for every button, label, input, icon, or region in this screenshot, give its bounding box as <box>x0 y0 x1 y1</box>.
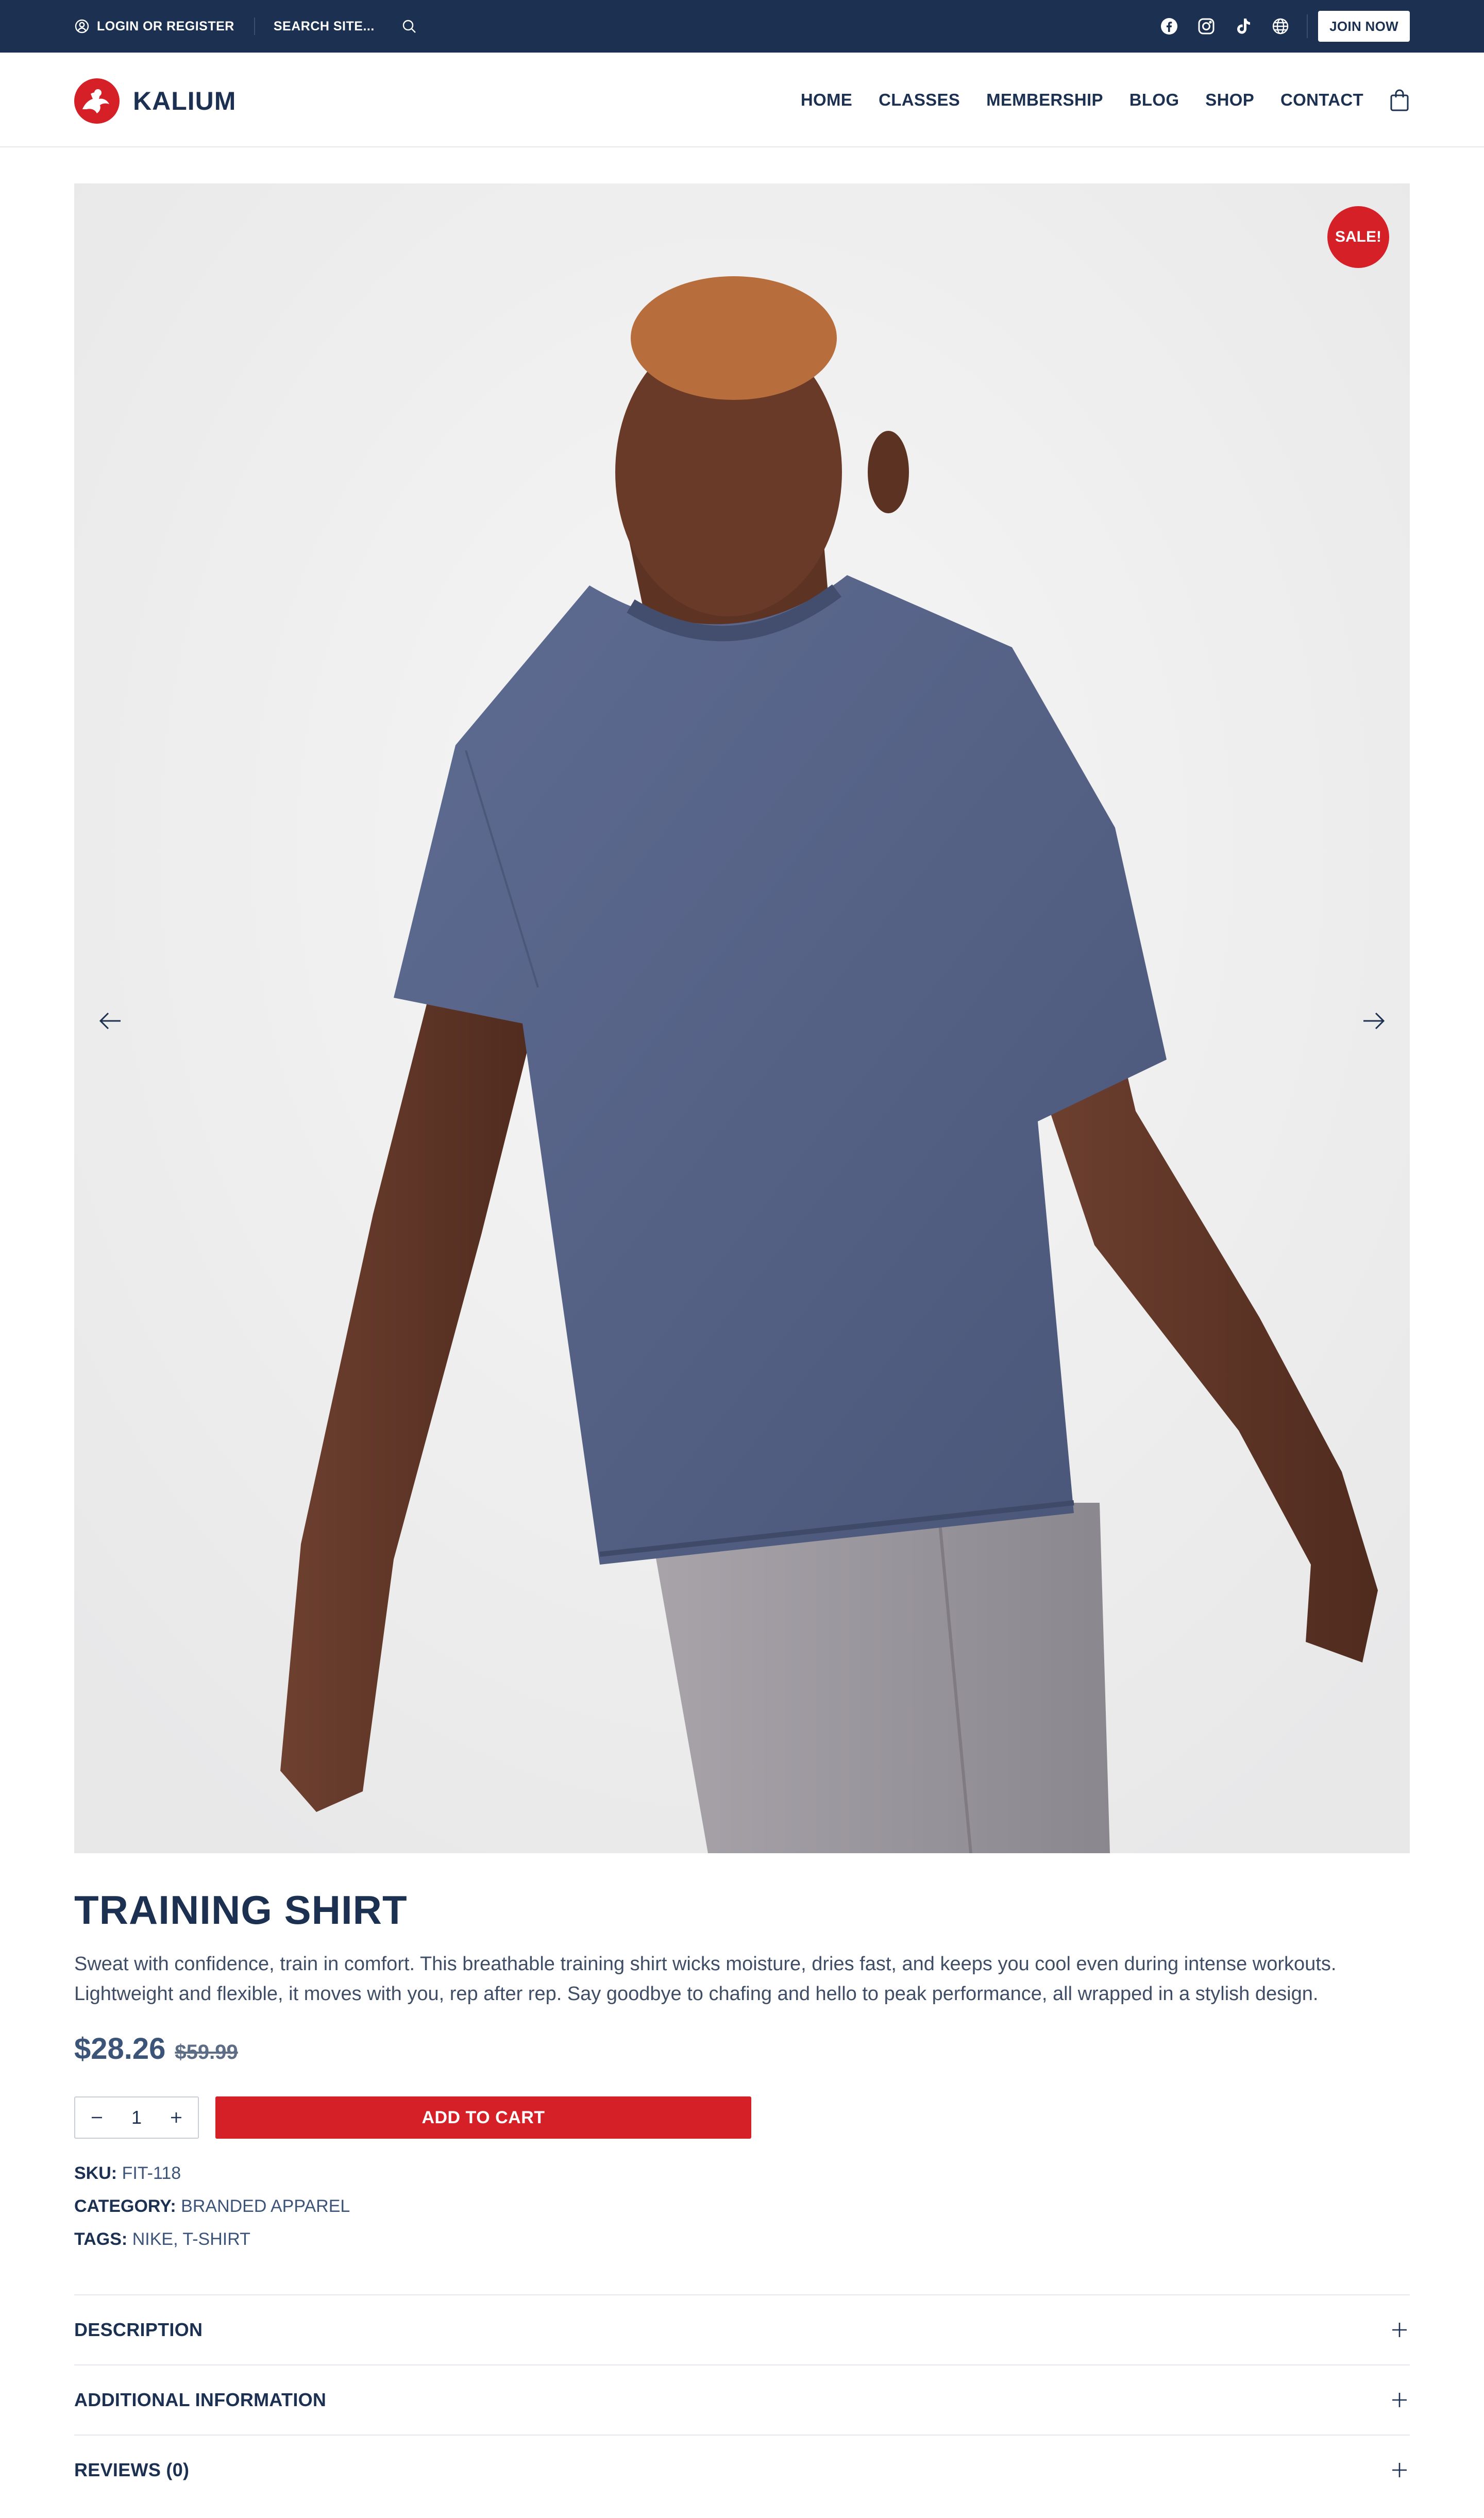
plus-icon[interactable] <box>167 2108 185 2127</box>
nav-item-shop[interactable]: SHOP <box>1205 90 1254 110</box>
main-nav: HOME CLASSES MEMBERSHIP BLOG SHOP CONTAC… <box>801 53 1410 147</box>
facebook-icon[interactable] <box>1160 18 1178 35</box>
logo-icon <box>74 78 120 124</box>
nav-item-classes[interactable]: CLASSES <box>879 90 960 110</box>
accordion-additional-information[interactable]: ADDITIONAL INFORMATION <box>74 2364 1410 2435</box>
divider <box>1307 14 1308 38</box>
site-logo[interactable]: KALIUM <box>73 77 236 125</box>
add-to-cart-form: ADD TO CART <box>74 2096 751 2139</box>
tag-link[interactable]: T-SHIRT <box>182 2229 250 2249</box>
plus-icon <box>1389 2390 1410 2410</box>
nav-item-blog[interactable]: BLOG <box>1129 90 1179 110</box>
minus-icon[interactable] <box>88 2108 106 2127</box>
category-link[interactable]: BRANDED APPAREL <box>181 2196 350 2216</box>
nav-item-contact[interactable]: CONTACT <box>1280 90 1363 110</box>
tiktok-icon[interactable] <box>1235 18 1252 35</box>
globe-icon[interactable] <box>1272 18 1289 35</box>
arrow-left-icon <box>99 1012 121 1030</box>
login-register-link[interactable]: LOGIN OR REGISTER <box>74 19 234 34</box>
site-header: KALIUM HOME CLASSES MEMBERSHIP BLOG SHOP… <box>0 53 1484 147</box>
sale-badge: SALE! <box>1327 206 1389 268</box>
login-register-label: LOGIN OR REGISTER <box>97 19 234 33</box>
logo-text: KALIUM <box>133 87 237 115</box>
top-bar: LOGIN OR REGISTER SEARCH SITE... JOIN NO… <box>0 0 1484 53</box>
join-now-button[interactable]: JOIN NOW <box>1318 11 1410 42</box>
accordion-label: DESCRIPTION <box>74 2319 203 2340</box>
regular-price: $59.99 <box>175 2041 238 2063</box>
tag-link[interactable]: NIKE <box>132 2229 173 2249</box>
plus-icon <box>1389 2460 1410 2480</box>
sku-label: SKU: <box>74 2163 117 2183</box>
quantity-input[interactable] <box>116 2106 157 2129</box>
accordion-label: ADDITIONAL INFORMATION <box>74 2389 327 2410</box>
nav-item-membership[interactable]: MEMBERSHIP <box>986 90 1103 110</box>
instagram-icon[interactable] <box>1198 18 1215 35</box>
accordion-reviews[interactable]: REVIEWS (0) <box>74 2435 1410 2505</box>
product-category: CATEGORY: BRANDED APPAREL <box>74 2196 350 2217</box>
category-label: CATEGORY: <box>74 2196 176 2216</box>
tags-label: TAGS: <box>74 2229 128 2249</box>
shopping-bag-icon[interactable] <box>1389 88 1410 112</box>
add-to-cart-button[interactable]: ADD TO CART <box>215 2096 751 2139</box>
arrow-right-icon <box>1363 1012 1385 1030</box>
product-photo <box>74 183 1410 1853</box>
plus-icon <box>1389 2320 1410 2340</box>
search-site-field[interactable]: SEARCH SITE... <box>274 19 375 34</box>
sale-price: $28.26 <box>74 2032 166 2066</box>
product-sku: SKU: FIT-118 <box>74 2163 181 2184</box>
accordion-label: REVIEWS (0) <box>74 2459 190 2480</box>
search-site-label: SEARCH SITE... <box>273 19 375 33</box>
divider <box>254 18 255 35</box>
product-title: TRAINING SHIRT <box>74 1887 408 1933</box>
sku-value: FIT-118 <box>122 2163 181 2183</box>
price-row: $28.26 $59.99 <box>74 2032 238 2066</box>
gallery-prev-button[interactable] <box>95 1005 126 1036</box>
gallery-next-button[interactable] <box>1358 1005 1389 1036</box>
product-description: Sweat with confidence, train in comfort.… <box>74 1953 1337 2005</box>
nav-item-home[interactable]: HOME <box>801 90 852 110</box>
search-icon[interactable] <box>401 19 417 34</box>
accordion-description[interactable]: DESCRIPTION <box>74 2294 1410 2364</box>
quantity-stepper <box>74 2096 199 2139</box>
user-icon <box>74 19 90 34</box>
product-gallery: SALE! <box>74 183 1410 1853</box>
product-tags: TAGS: NIKE, T-SHIRT <box>74 2229 250 2249</box>
